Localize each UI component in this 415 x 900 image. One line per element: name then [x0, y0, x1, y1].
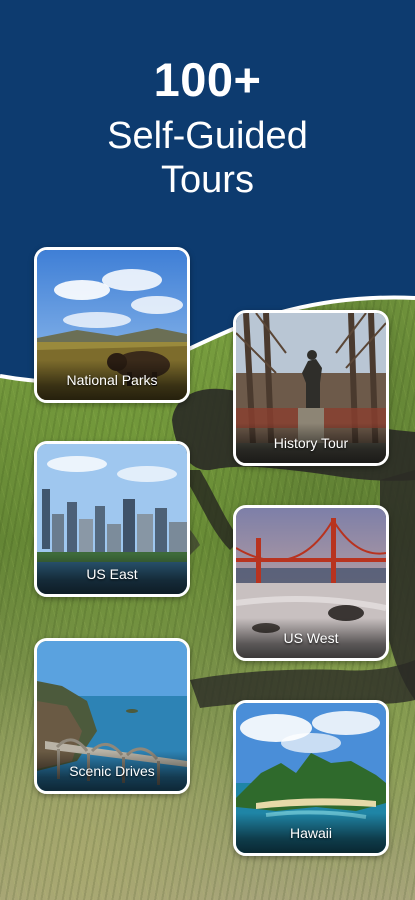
tour-card-scenic-drives[interactable]: Scenic Drives [34, 638, 190, 794]
subtitle-line-1: Self-Guided [107, 115, 308, 157]
tour-label-hawaii: Hawaii [236, 813, 386, 853]
tour-card-us-east[interactable]: US East [34, 441, 190, 597]
tour-label-history-tour: History Tour [236, 423, 386, 463]
tour-label-us-west: US West [236, 618, 386, 658]
subtitle-line-2: Tours [161, 159, 254, 201]
tour-label-us-east: US East [37, 554, 187, 594]
tour-card-us-west[interactable]: US West [233, 505, 389, 661]
tour-label-national-parks: National Parks [37, 360, 187, 400]
headline: 100+ Self-Guided Tours [0, 52, 415, 202]
tour-count: 100+ [153, 53, 262, 106]
tour-label-scenic-drives: Scenic Drives [37, 751, 187, 791]
tour-card-hawaii[interactable]: Hawaii [233, 700, 389, 856]
tour-card-national-parks[interactable]: National Parks [34, 247, 190, 403]
tour-card-history-tour[interactable]: History Tour [233, 310, 389, 466]
